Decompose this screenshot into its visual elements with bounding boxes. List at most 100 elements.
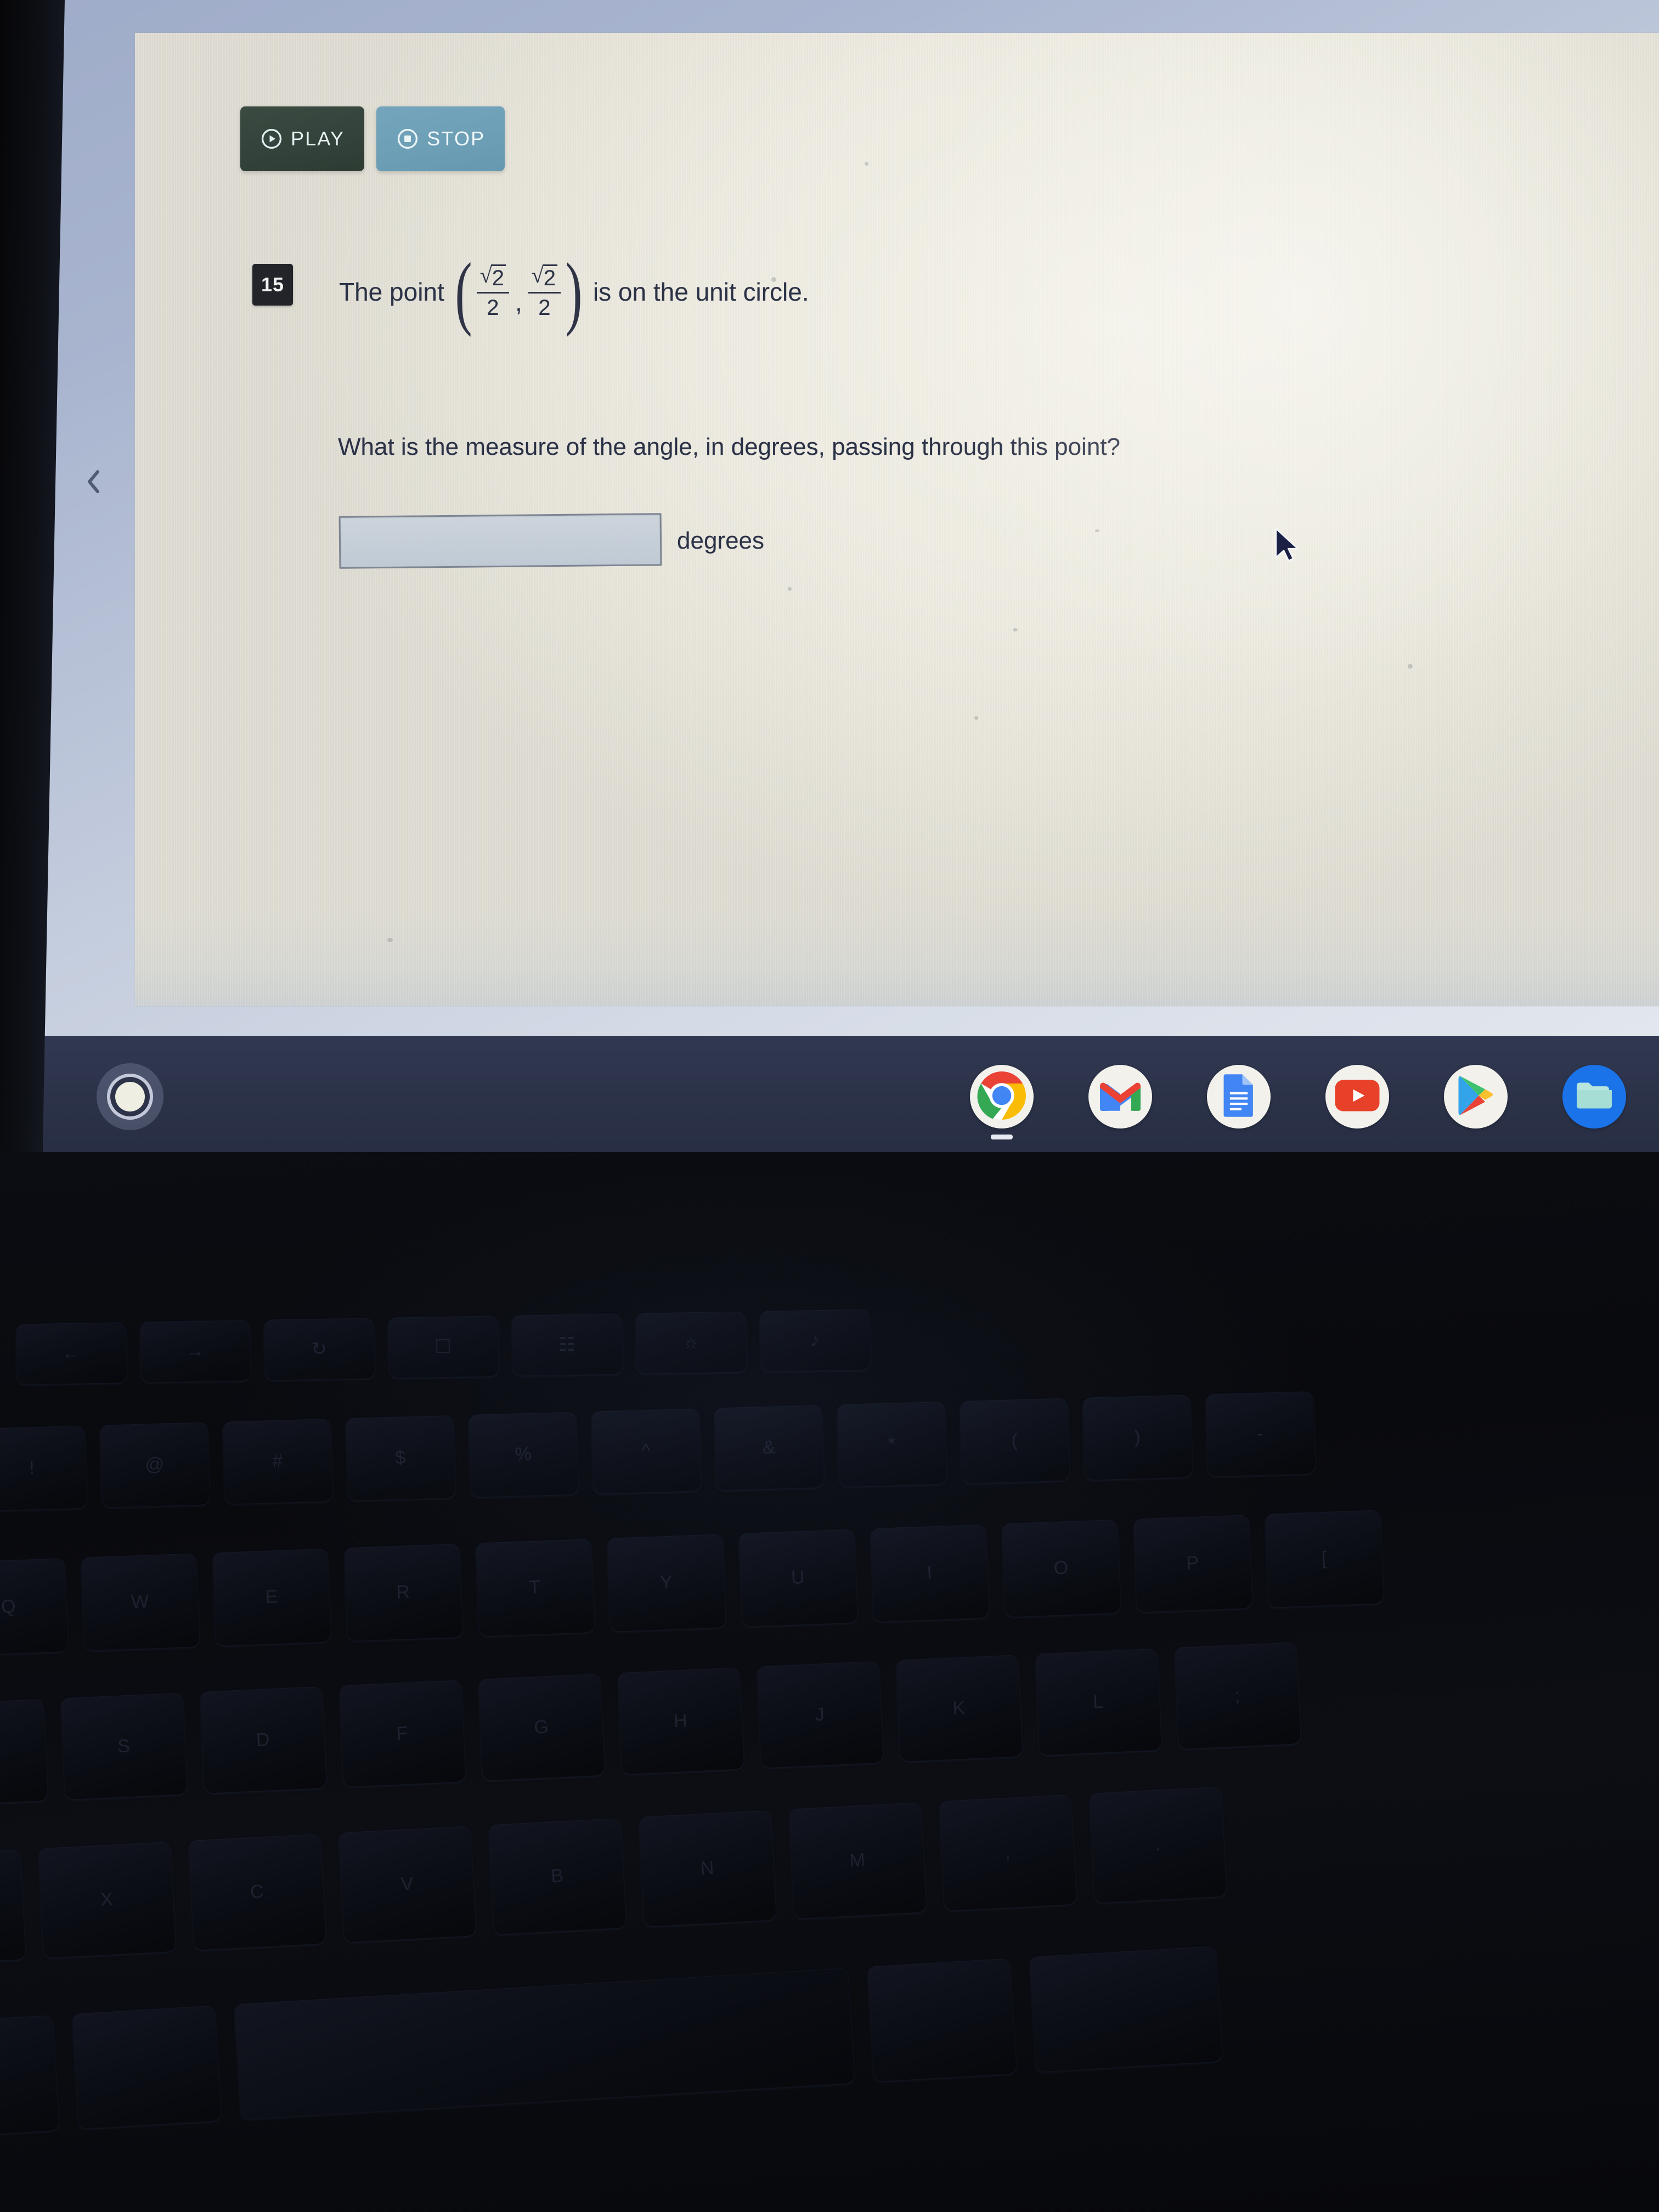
key-e[interactable]: E bbox=[212, 1548, 331, 1646]
y-fraction-bar bbox=[528, 292, 561, 294]
gmail-icon bbox=[1098, 1079, 1142, 1115]
keyboard-row-bottom: Z X C V B N M , . bbox=[0, 1786, 1227, 1966]
key-c[interactable]: C bbox=[188, 1833, 326, 1950]
shelf-item-youtube[interactable] bbox=[1325, 1065, 1389, 1128]
close-paren: ) bbox=[565, 246, 583, 337]
key-alt-right[interactable] bbox=[867, 1958, 1017, 2082]
key-u[interactable]: U bbox=[738, 1529, 857, 1627]
key-x[interactable]: X bbox=[38, 1841, 176, 1959]
keyboard-row-home: A S D F G H J K L ; bbox=[0, 1642, 1301, 1806]
key-6[interactable]: ^ bbox=[591, 1408, 702, 1494]
key-comma[interactable]: , bbox=[939, 1794, 1076, 1911]
key-l[interactable]: L bbox=[1035, 1648, 1162, 1756]
stop-button[interactable]: STOP bbox=[376, 106, 505, 171]
shelf-item-chrome[interactable] bbox=[970, 1065, 1034, 1139]
screen-speck bbox=[865, 162, 868, 166]
key-bracket[interactable]: [ bbox=[1265, 1510, 1384, 1607]
screen-speck bbox=[1408, 664, 1413, 669]
back-chevron-icon[interactable] bbox=[83, 467, 108, 496]
key-r[interactable]: R bbox=[344, 1543, 463, 1641]
key-ctrl[interactable] bbox=[0, 2015, 59, 2141]
screen-speck bbox=[1013, 628, 1018, 631]
x-coordinate-fraction: √ 2 2 bbox=[476, 263, 509, 320]
key-5[interactable]: % bbox=[469, 1412, 579, 1497]
key-esc[interactable]: ← bbox=[16, 1322, 127, 1385]
key-fullscreen[interactable]: ☐ bbox=[388, 1316, 499, 1378]
key-period[interactable]: . bbox=[1089, 1786, 1227, 1903]
stop-circle-icon bbox=[396, 127, 419, 150]
key-brightness[interactable]: ☼ bbox=[635, 1311, 747, 1374]
stop-button-label: STOP bbox=[427, 127, 486, 150]
play-store-icon bbox=[1456, 1074, 1496, 1120]
laptop-keyboard-area: ← → ↻ ☐ ☷ ☼ ♪ ! @ # $ % ^ & * ( ) - Q W … bbox=[0, 1152, 1659, 2212]
key-7[interactable]: & bbox=[714, 1405, 824, 1491]
key-p[interactable]: P bbox=[1133, 1515, 1252, 1612]
key-v[interactable]: V bbox=[338, 1826, 476, 1943]
key-n[interactable]: N bbox=[639, 1810, 776, 1927]
files-folder-icon bbox=[1574, 1079, 1615, 1115]
key-back[interactable]: → bbox=[140, 1320, 251, 1383]
key-ctrl-right[interactable] bbox=[1029, 1946, 1223, 2072]
screen-glare bbox=[892, 33, 1659, 713]
key-volume[interactable]: ♪ bbox=[759, 1309, 871, 1372]
shelf-item-files[interactable] bbox=[1562, 1065, 1626, 1128]
shelf-item-docs[interactable] bbox=[1207, 1065, 1271, 1128]
key-d[interactable]: D bbox=[200, 1686, 326, 1793]
media-toolbar: PLAY STOP bbox=[240, 106, 505, 171]
key-q[interactable]: Q bbox=[0, 1558, 68, 1656]
screen-bezel: PLAY STOP 15 The point (√ 2 2 , √ 2 2)… bbox=[0, 0, 1659, 1158]
key-9[interactable]: ( bbox=[960, 1398, 1070, 1483]
answer-row: degrees bbox=[338, 513, 765, 569]
docs-icon bbox=[1221, 1073, 1257, 1121]
sqrt-icon: √ bbox=[479, 263, 492, 287]
shelf-item-gmail[interactable] bbox=[1088, 1065, 1152, 1128]
shelf-item-play-store[interactable] bbox=[1444, 1065, 1508, 1128]
y-numerator: √ 2 bbox=[528, 263, 561, 290]
key-s[interactable]: S bbox=[60, 1692, 187, 1800]
key-f[interactable]: F bbox=[339, 1680, 466, 1787]
key-a[interactable]: A bbox=[0, 1699, 48, 1806]
key-t[interactable]: T bbox=[476, 1539, 595, 1637]
x-fraction-bar bbox=[476, 292, 509, 294]
keyboard-row-space bbox=[0, 1946, 1223, 2141]
key-2[interactable]: @ bbox=[100, 1422, 210, 1508]
y-radicand: 2 bbox=[542, 264, 557, 289]
key-reload[interactable]: ↻ bbox=[264, 1318, 375, 1380]
keyboard-row-qwerty: Q W E R T Y U I O P [ bbox=[0, 1510, 1384, 1656]
screen-speck bbox=[1095, 529, 1099, 532]
key-3[interactable]: # bbox=[223, 1419, 333, 1504]
key-1[interactable]: ! bbox=[0, 1425, 87, 1511]
play-button[interactable]: PLAY bbox=[240, 106, 365, 171]
key-y[interactable]: Y bbox=[607, 1534, 726, 1632]
key-semicolon[interactable]: ; bbox=[1174, 1642, 1301, 1750]
key-alt[interactable] bbox=[72, 2005, 222, 2129]
key-m[interactable]: M bbox=[789, 1802, 927, 1919]
question-number-badge: 15 bbox=[252, 264, 293, 306]
x-radicand: 2 bbox=[490, 264, 506, 289]
key-w[interactable]: W bbox=[81, 1553, 200, 1651]
key-z[interactable]: Z bbox=[0, 1849, 26, 1966]
key-g[interactable]: G bbox=[478, 1673, 605, 1781]
key-h[interactable]: H bbox=[617, 1667, 744, 1775]
key-overview[interactable]: ☷ bbox=[512, 1313, 623, 1376]
answer-unit-label: degrees bbox=[677, 527, 765, 554]
key-4[interactable]: $ bbox=[346, 1415, 456, 1501]
key-8[interactable]: * bbox=[837, 1401, 947, 1487]
key-j[interactable]: J bbox=[757, 1661, 883, 1768]
x-denominator: 2 bbox=[487, 296, 499, 320]
question-stem: The point ( √ 2 2 , √ 2 2) is on the un… bbox=[336, 246, 812, 337]
key-0[interactable]: ) bbox=[1082, 1395, 1193, 1480]
play-button-label: PLAY bbox=[291, 127, 345, 150]
assessment-content-panel: PLAY STOP 15 The point (√ 2 2 , √ 2 2)… bbox=[135, 33, 1659, 1006]
laptop-photo: PLAY STOP 15 The point (√ 2 2 , √ 2 2)… bbox=[0, 0, 1659, 2212]
panel-bottom-fade bbox=[135, 913, 1659, 1006]
key-minus[interactable]: - bbox=[1205, 1391, 1316, 1477]
key-b[interactable]: B bbox=[488, 1818, 627, 1935]
answer-input[interactable] bbox=[338, 513, 662, 569]
key-space[interactable] bbox=[234, 1967, 855, 2120]
key-o[interactable]: O bbox=[1002, 1519, 1121, 1617]
key-k[interactable]: K bbox=[896, 1655, 1023, 1762]
sqrt-icon: √ bbox=[531, 263, 544, 287]
chrome-active-indicator bbox=[991, 1135, 1013, 1139]
key-i[interactable]: I bbox=[870, 1524, 989, 1622]
